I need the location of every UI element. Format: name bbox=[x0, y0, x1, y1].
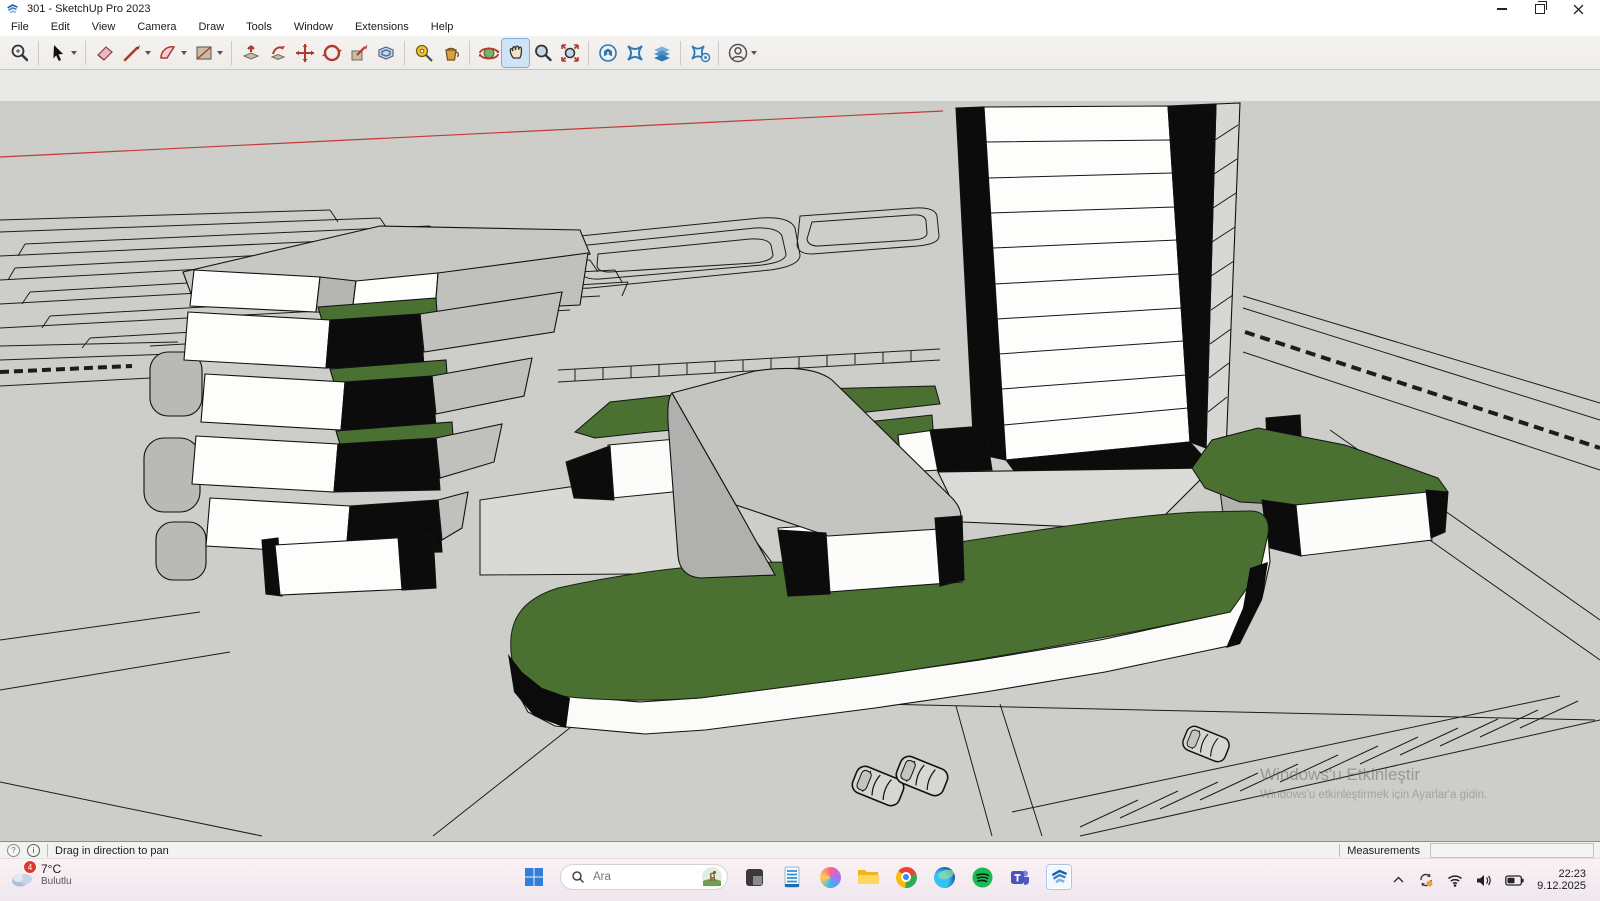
close-button[interactable] bbox=[1572, 3, 1584, 15]
taskbar-search-box[interactable] bbox=[560, 864, 728, 890]
toolbar-separator bbox=[718, 41, 719, 65]
menu-draw[interactable]: Draw bbox=[187, 19, 235, 35]
sketchup-logo-icon bbox=[1050, 868, 1069, 887]
taskbar: 4 7°C Bulutlu bbox=[0, 858, 1600, 901]
toolbar-separator bbox=[38, 41, 39, 65]
menu-window[interactable]: Window bbox=[283, 19, 344, 35]
main-toolbar bbox=[0, 36, 1600, 70]
menu-bar: File Edit View Camera Draw Tools Window … bbox=[0, 18, 1600, 37]
3d-warehouse-icon[interactable] bbox=[594, 39, 621, 67]
close-icon bbox=[1573, 4, 1584, 15]
arc-tool-icon[interactable] bbox=[154, 39, 181, 67]
minimize-button[interactable] bbox=[1496, 3, 1508, 15]
rotate-tool-icon[interactable] bbox=[318, 39, 345, 67]
eraser-tool-icon[interactable] bbox=[91, 39, 118, 67]
viewport-canvas bbox=[0, 70, 1600, 841]
geolocation-help-icon[interactable]: ? bbox=[7, 844, 20, 857]
weather-alert-badge: 4 bbox=[23, 860, 37, 874]
tray-volume-icon[interactable] bbox=[1476, 874, 1492, 887]
menu-view[interactable]: View bbox=[81, 19, 127, 35]
offset-tool-icon[interactable] bbox=[372, 39, 399, 67]
weather-widget[interactable]: 4 7°C Bulutlu bbox=[10, 863, 72, 887]
restore-button[interactable] bbox=[1534, 3, 1546, 15]
orbit-tool-icon[interactable] bbox=[475, 39, 502, 67]
model-viewport[interactable] bbox=[0, 70, 1600, 841]
windows-logo-icon bbox=[524, 867, 544, 887]
line-tool-icon[interactable] bbox=[118, 39, 145, 67]
tray-wifi-icon[interactable] bbox=[1447, 874, 1463, 887]
toolbar-separator bbox=[404, 41, 405, 65]
taskbar-app-notepad[interactable] bbox=[780, 865, 804, 889]
search-highlight-deer-icon bbox=[701, 866, 723, 888]
select-tool-icon[interactable] bbox=[44, 39, 71, 67]
taskbar-app-sketchup[interactable] bbox=[1046, 864, 1072, 890]
menu-tools[interactable]: Tools bbox=[235, 19, 283, 35]
search-icon bbox=[571, 870, 585, 884]
move-tool-icon[interactable] bbox=[291, 39, 318, 67]
taskbar-app-spotify[interactable] bbox=[970, 865, 994, 889]
sign-in-dropdown-caret[interactable] bbox=[751, 51, 757, 55]
sketchup-logo-icon bbox=[6, 3, 19, 16]
taskbar-app-chrome[interactable] bbox=[894, 865, 918, 889]
status-hint: Drag in direction to pan bbox=[55, 845, 169, 857]
menu-edit[interactable]: Edit bbox=[40, 19, 81, 35]
taskbar-app-teams[interactable] bbox=[1008, 865, 1032, 889]
weather-condition: Bulutlu bbox=[41, 876, 72, 887]
sign-in-avatar-icon[interactable] bbox=[724, 39, 751, 67]
status-bar: ? i Drag in direction to pan Measurement… bbox=[0, 841, 1600, 859]
taskbar-app-shortcuts[interactable] bbox=[742, 865, 766, 889]
search-input[interactable] bbox=[591, 870, 695, 884]
statusbar-divider bbox=[47, 844, 48, 857]
scale-tool-icon[interactable] bbox=[345, 39, 372, 67]
line-dropdown-caret[interactable] bbox=[145, 51, 151, 55]
rectangle-dropdown-caret[interactable] bbox=[217, 51, 223, 55]
rectangle-tool-icon[interactable] bbox=[190, 39, 217, 67]
taskbar-app-edge[interactable] bbox=[932, 865, 956, 889]
tray-time: 22:23 bbox=[1537, 868, 1586, 880]
select-dropdown-caret[interactable] bbox=[71, 51, 77, 55]
tray-clock[interactable]: 22:23 9.12.2025 bbox=[1537, 868, 1586, 892]
measurements-input[interactable] bbox=[1430, 843, 1594, 858]
follow-me-tool-icon[interactable] bbox=[264, 39, 291, 67]
tray-date: 9.12.2025 bbox=[1537, 880, 1586, 892]
menu-help[interactable]: Help bbox=[420, 19, 465, 35]
toolbar-separator bbox=[231, 41, 232, 65]
taskbar-app-file-explorer[interactable] bbox=[856, 865, 880, 889]
arc-dropdown-caret[interactable] bbox=[181, 51, 187, 55]
search-tool-icon[interactable] bbox=[6, 39, 33, 67]
weather-temp: 7°C bbox=[41, 863, 72, 876]
tray-sync-icon[interactable] bbox=[1418, 872, 1434, 888]
push-pull-tool-icon[interactable] bbox=[237, 39, 264, 67]
tape-measure-tool-icon[interactable] bbox=[410, 39, 437, 67]
taskbar-app-copilot[interactable] bbox=[818, 865, 842, 889]
toolbar-separator bbox=[588, 41, 589, 65]
menu-camera[interactable]: Camera bbox=[126, 19, 187, 35]
sky-band bbox=[0, 70, 1600, 101]
paint-bucket-tool-icon[interactable] bbox=[437, 39, 464, 67]
menu-file[interactable]: File bbox=[0, 19, 40, 35]
title-bar: 301 - SketchUp Pro 2023 bbox=[0, 0, 1600, 18]
toolbar-separator bbox=[85, 41, 86, 65]
zoom-tool-icon[interactable] bbox=[529, 39, 556, 67]
measurements-label: Measurements bbox=[1347, 845, 1420, 857]
send-to-layout-icon[interactable] bbox=[648, 39, 675, 67]
zoom-extents-tool-icon[interactable] bbox=[556, 39, 583, 67]
extension-warehouse-icon[interactable] bbox=[621, 39, 648, 67]
statusbar-divider bbox=[1339, 844, 1340, 857]
toolbar-separator bbox=[469, 41, 470, 65]
extension-manager-icon[interactable] bbox=[686, 39, 713, 67]
info-icon[interactable]: i bbox=[27, 844, 40, 857]
window-title: 301 - SketchUp Pro 2023 bbox=[27, 3, 151, 15]
menu-extensions[interactable]: Extensions bbox=[344, 19, 420, 35]
start-button[interactable] bbox=[522, 865, 546, 889]
pan-tool-icon[interactable] bbox=[502, 39, 529, 67]
tray-chevron-up-icon[interactable] bbox=[1392, 875, 1405, 885]
tray-battery-icon[interactable] bbox=[1505, 875, 1524, 886]
toolbar-separator bbox=[680, 41, 681, 65]
